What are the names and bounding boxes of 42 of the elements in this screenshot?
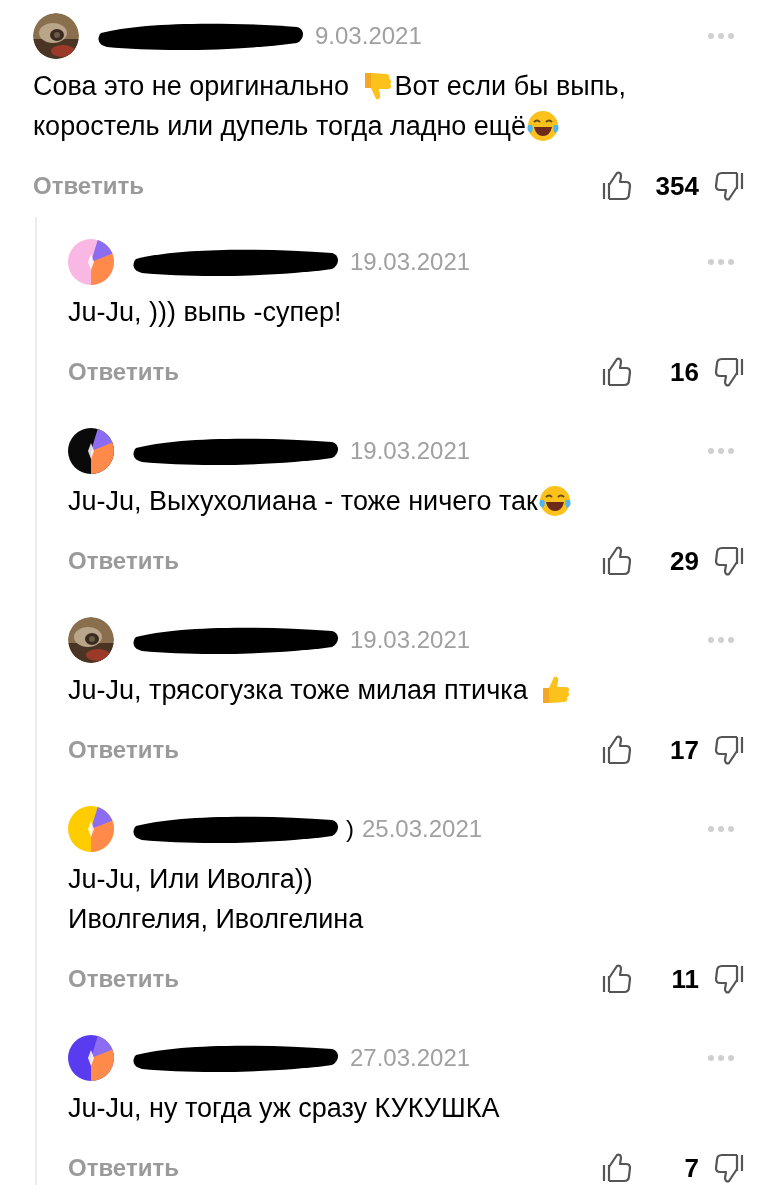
- like-count: 17: [669, 733, 699, 767]
- like-count: 16: [669, 355, 699, 389]
- thumbs-down-icon[interactable]: [713, 1152, 745, 1184]
- thumbs-up-icon[interactable]: [601, 356, 633, 388]
- comment-text: коростель или дупель тогда ладно ещё: [33, 109, 527, 143]
- comment-date: 19.03.2021: [350, 625, 471, 655]
- comment-text: Ju-Ju, трясогузка тоже милая птичка: [68, 673, 529, 707]
- reply-button[interactable]: Ответить: [68, 1150, 179, 1186]
- comment-text: Вот если бы выпь,: [394, 69, 626, 103]
- comment-text: Сова это не оригинально: [33, 69, 350, 103]
- laughing-emoji-icon: [537, 484, 572, 518]
- thumbs-up-icon[interactable]: [601, 734, 633, 766]
- thumbs-down-icon[interactable]: [713, 734, 745, 766]
- thumbs-up-icon[interactable]: [601, 170, 633, 202]
- like-count: 354: [654, 169, 699, 203]
- reply-button[interactable]: Ответить: [68, 961, 179, 997]
- like-count: 7: [683, 1151, 699, 1185]
- reply-button[interactable]: Ответить: [33, 168, 144, 204]
- reply-button[interactable]: Ответить: [68, 354, 179, 390]
- like-count: 11: [670, 962, 699, 996]
- reply-button[interactable]: Ответить: [68, 543, 179, 579]
- comment-text: Ju-Ju, ))) выпь -супер!: [68, 295, 342, 329]
- reply-button[interactable]: Ответить: [68, 732, 179, 768]
- laughing-emoji-icon: [526, 109, 561, 143]
- thumbs-down-icon[interactable]: [713, 545, 745, 577]
- comment-date: 19.03.2021: [350, 436, 471, 466]
- comment-text: Ju-Ju, ну тогда уж сразу КУКУШКА: [68, 1091, 500, 1125]
- thumbs-up-icon[interactable]: [601, 963, 633, 995]
- thumbs-up-icon[interactable]: [601, 545, 633, 577]
- thumbs-down-icon[interactable]: [713, 170, 745, 202]
- thumbs-down-icon[interactable]: [713, 356, 745, 388]
- comment-date: 25.03.2021: [362, 814, 483, 844]
- thumbs-up-icon[interactable]: [601, 1152, 633, 1184]
- like-count: 29: [669, 544, 699, 578]
- comment-date: 27.03.2021: [350, 1043, 471, 1073]
- author-name-fragment: ): [346, 814, 354, 844]
- comment-text: Иволгелия, Иволгелина: [68, 902, 364, 936]
- thumbs-down-icon[interactable]: [713, 963, 745, 995]
- comment-date: 19.03.2021: [350, 247, 471, 277]
- comment-text: Ju-Ju, Или Иволга)): [68, 862, 313, 896]
- comment-date: 9.03.2021: [315, 21, 422, 51]
- comment-text: Ju-Ju, Выхухолиана - тоже ничего так: [68, 484, 538, 518]
